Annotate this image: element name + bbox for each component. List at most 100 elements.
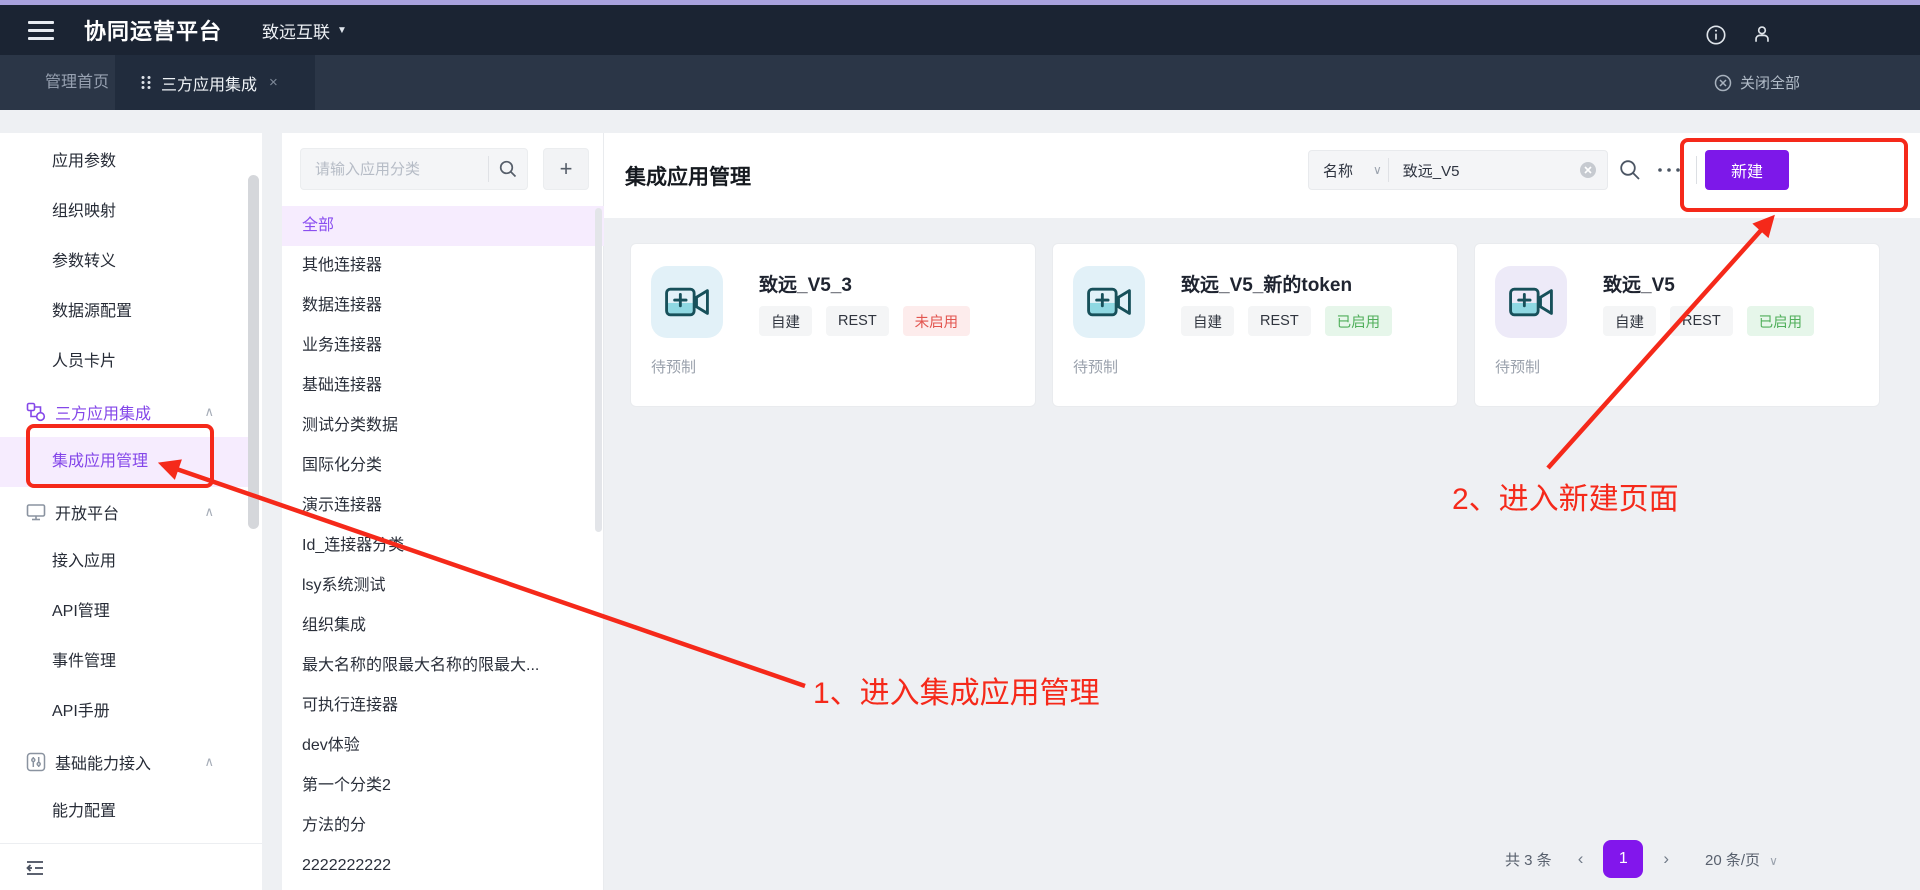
sidebar-item-api-manual[interactable]: API手册 — [0, 687, 248, 737]
tab-third-party-integration[interactable]: 三方应用集成 × — [115, 55, 315, 110]
tenant-name: 致远互联 — [262, 22, 331, 42]
app-icon — [651, 266, 723, 338]
sidebar-item-label: 事件管理 — [52, 653, 117, 670]
search-icon[interactable] — [1618, 158, 1642, 182]
sidebar-group-open-platform[interactable]: 开放平台 ∧ — [0, 487, 248, 537]
collapse-sidebar-icon[interactable] — [24, 857, 46, 879]
category-item[interactable]: 演示连接器 — [282, 486, 604, 526]
tenant-switcher[interactable]: 致远互联 ▼ — [262, 18, 347, 43]
app-title: 致远_V5_3 — [759, 275, 852, 296]
filter-control: 名称 ∨ — [1308, 150, 1608, 190]
page-size-label: 20 条/页 — [1705, 851, 1761, 869]
sidebar-scrollbar[interactable] — [248, 175, 259, 529]
app-search-input[interactable] — [1388, 161, 1579, 179]
new-button[interactable]: 新建 — [1705, 150, 1789, 190]
category-search-box — [300, 148, 528, 190]
search-icon — [499, 160, 517, 178]
chevron-down-icon: ∨ — [1769, 853, 1778, 868]
tab-label: 三方应用集成 — [161, 76, 258, 94]
app-icon — [1073, 266, 1145, 338]
category-item[interactable]: 业务连接器 — [282, 326, 604, 366]
camera-plus-icon — [1087, 287, 1131, 317]
sidebar-item-integration-app-management[interactable]: 集成应用管理 — [0, 437, 248, 487]
add-category-button[interactable]: + — [543, 148, 589, 190]
category-search-input[interactable] — [301, 149, 488, 189]
sidebar-group-basic-capability[interactable]: 基础能力接入 ∧ — [0, 737, 248, 787]
app-card[interactable]: 致远_V5_3 自建 REST 未启用 待预制 — [630, 243, 1036, 407]
chevron-right-icon[interactable]: › — [1663, 849, 1669, 869]
category-item[interactable]: 组织集成 — [282, 606, 604, 646]
tag-rest: REST — [1670, 306, 1733, 336]
category-item[interactable]: lsy系统测试 — [282, 566, 604, 606]
sidebar-item-label: 组织映射 — [52, 203, 117, 220]
chevron-up-icon[interactable]: ∧ — [204, 404, 214, 420]
sidebar-item-person-card[interactable]: 人员卡片 — [0, 337, 248, 387]
category-item[interactable]: 数据连接器 — [282, 286, 604, 326]
more-icon[interactable] — [1656, 164, 1682, 176]
chevron-up-icon[interactable]: ∧ — [204, 504, 214, 520]
sidebar-item-label: 人员卡片 — [52, 353, 117, 370]
category-scrollbar[interactable] — [595, 208, 602, 532]
app-card[interactable]: 致远_V5_新的token 自建 REST 已启用 待预制 — [1052, 243, 1458, 407]
tag-rest: REST — [826, 306, 889, 336]
tab-close-icon[interactable]: × — [269, 74, 278, 91]
category-item[interactable]: dev体验 — [282, 726, 604, 766]
sidebar-group-third-party-integration[interactable]: 三方应用集成 ∧ — [0, 387, 248, 437]
tag-rest: REST — [1248, 306, 1311, 336]
category-panel: + 全部 其他连接器 数据连接器 业务连接器 基础连接器 测试分类数据 国际化分… — [282, 133, 604, 890]
sidebar-item-access-app[interactable]: 接入应用 — [0, 537, 248, 587]
sidebar-item-app-params[interactable]: 应用参数 — [0, 137, 248, 187]
filter-field-select[interactable]: 名称 — [1309, 160, 1373, 181]
app-title: 致远_V5 — [1603, 275, 1675, 296]
user-icon[interactable] — [1751, 23, 1773, 45]
category-item[interactable]: Id_连接器分类 — [282, 526, 604, 566]
info-icon[interactable] — [1705, 24, 1727, 46]
category-item-all[interactable]: 全部 — [282, 206, 604, 246]
app-title: 协同运营平台 — [84, 19, 223, 44]
sidebar-item-event-management[interactable]: 事件管理 — [0, 637, 248, 687]
app-card[interactable]: 致远_V5 自建 REST 已启用 待预制 — [1474, 243, 1880, 407]
app-tags: 自建 REST 未启用 — [759, 306, 984, 336]
category-search-button[interactable] — [489, 149, 527, 189]
category-item[interactable]: 测试分类数据 — [282, 406, 604, 446]
camera-plus-icon — [1509, 287, 1553, 317]
tag-self-built: 自建 — [1181, 306, 1234, 336]
category-item[interactable]: 第一个分类2 — [282, 766, 604, 806]
sidebar-item-label: 应用参数 — [52, 153, 117, 170]
sidebar-item-datasource-config[interactable]: 数据源配置 — [0, 287, 248, 337]
app-tags: 自建 REST 已启用 — [1603, 306, 1828, 336]
app-tags: 自建 REST 已启用 — [1181, 306, 1406, 336]
tab-home[interactable]: 管理首页 — [45, 55, 109, 110]
category-item[interactable]: 可执行连接器 — [282, 686, 604, 726]
close-all-button[interactable]: 关闭全部 — [1714, 55, 1800, 110]
category-item[interactable]: 2222222222 — [282, 846, 604, 886]
sidebar: 应用参数 组织映射 参数转义 数据源配置 人员卡片 三方应用集成 ∧ 集成应用管… — [0, 133, 262, 890]
caret-down-icon: ▼ — [337, 24, 347, 36]
sidebar-group-label: 开放平台 — [55, 506, 120, 523]
sidebar-item-label: API管理 — [52, 603, 110, 620]
sidebar-group-label: 基础能力接入 — [55, 756, 152, 773]
clear-icon[interactable] — [1579, 161, 1597, 179]
category-item[interactable]: 国际化分类 — [282, 446, 604, 486]
pagination-total: 共 3 条 — [1505, 851, 1552, 869]
chevron-up-icon[interactable]: ∧ — [204, 754, 214, 770]
monitor-icon — [26, 504, 46, 521]
category-item[interactable]: 最大名称的限最大名称的限最大... — [282, 646, 604, 686]
page-size-select[interactable]: 20 条/页 ∨ — [1705, 849, 1778, 870]
chevron-left-icon[interactable]: ‹ — [1578, 849, 1584, 869]
category-item[interactable]: 方法的分 — [282, 806, 604, 846]
sidebar-item-org-mapping[interactable]: 组织映射 — [0, 187, 248, 237]
app-footer-label: 待预制 — [1495, 359, 1541, 376]
topbar: 协同运营平台 致远互联 ▼ — [0, 5, 1920, 55]
plus-icon: + — [559, 156, 573, 181]
hamburger-menu-icon[interactable] — [28, 20, 54, 40]
app-title: 致远_V5_新的token — [1181, 275, 1353, 296]
sidebar-item-api-management[interactable]: API管理 — [0, 587, 248, 637]
sidebar-item-param-escape[interactable]: 参数转义 — [0, 237, 248, 287]
category-item[interactable]: 其他连接器 — [282, 246, 604, 286]
status-badge: 已启用 — [1324, 306, 1393, 336]
pagination-current-page[interactable]: 1 — [1603, 840, 1644, 878]
sidebar-item-capability-config[interactable]: 能力配置 — [0, 787, 248, 837]
chevron-down-icon: ∨ — [1373, 163, 1382, 177]
category-item[interactable]: 基础连接器 — [282, 366, 604, 406]
